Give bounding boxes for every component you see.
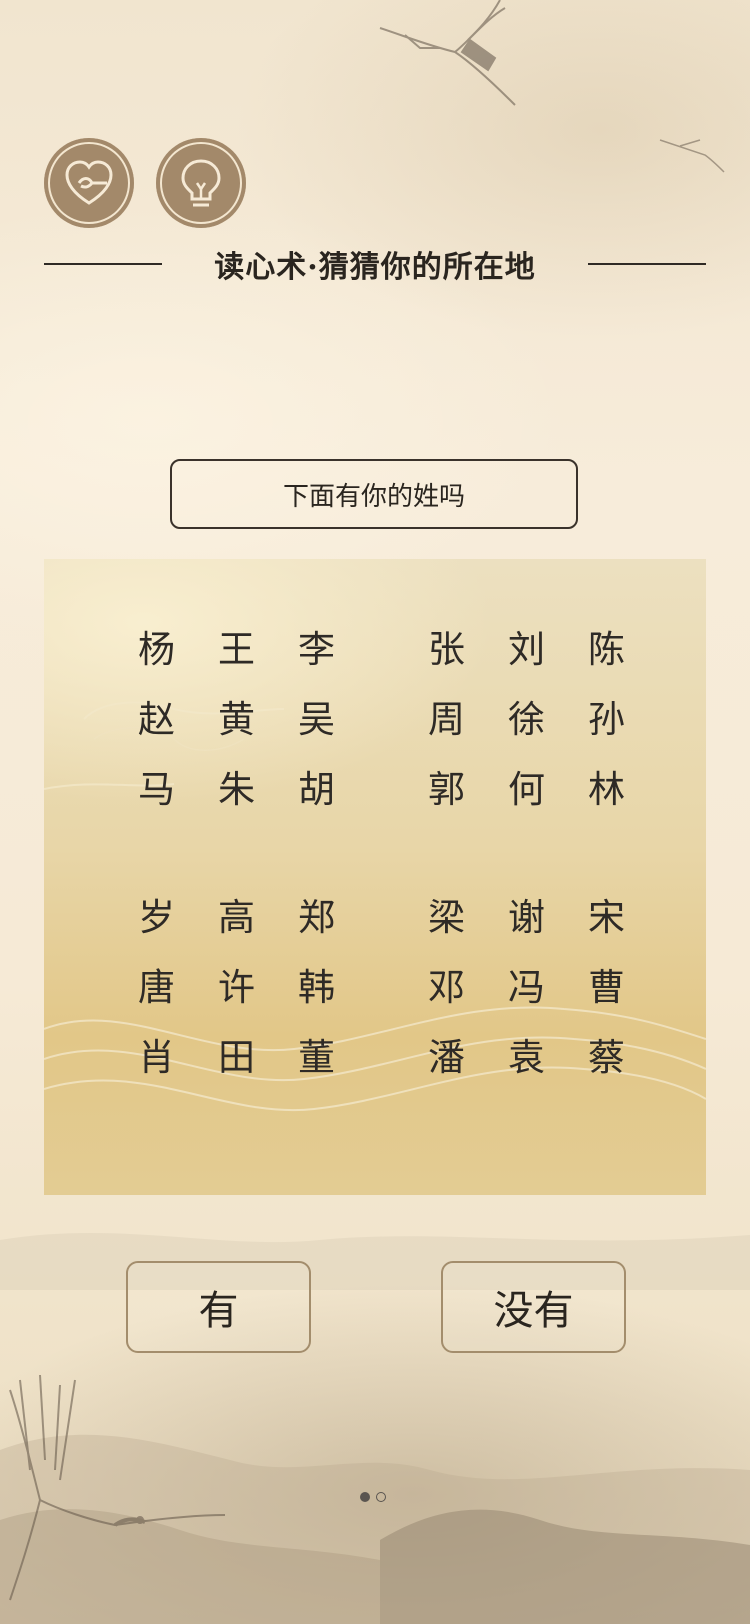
surname-item: 周 [428,698,465,741]
page-dot-current [360,1492,370,1502]
mountain-illustration [0,1232,750,1624]
surname-item: 刘 [508,628,545,671]
surname-item: 田 [218,1036,255,1079]
surname-item: 陈 [588,628,625,671]
surname-item: 马 [138,768,175,811]
back-button[interactable] [44,138,134,228]
surname-item: 何 [508,768,545,811]
surname-item: 吴 [298,698,335,741]
surname-item: 孙 [588,698,625,741]
title-divider-left [44,263,162,265]
crane-top-illustration [379,0,516,106]
surname-item: 许 [218,966,255,1009]
surname-item: 黄 [218,698,255,741]
surname-item: 潘 [428,1036,465,1079]
pagination-dots [360,1492,386,1502]
surname-item: 林 [588,768,625,811]
surname-item: 肖 [138,1036,175,1079]
surname-panel: 杨 王 李 赵 黄 吴 马 朱 胡 张 刘 陈 周 徐 孙 郭 何 林 岁 高 … [44,559,706,1195]
hint-button[interactable] [156,138,246,228]
surname-item: 邓 [428,966,465,1009]
surname-item: 袁 [508,1036,545,1079]
surname-item: 宋 [588,896,625,939]
page-dot [376,1492,386,1502]
question-box: 下面有你的姓吗 [170,459,578,529]
surname-item: 郭 [428,768,465,811]
surname-item: 冯 [508,966,545,1009]
yes-button[interactable]: 有 [126,1261,311,1353]
no-button[interactable]: 没有 [441,1261,626,1353]
crane-small-illustration [659,139,725,173]
surname-item: 张 [428,628,465,671]
surname-item: 王 [218,628,255,671]
surname-item: 胡 [298,768,335,811]
question-text: 下面有你的姓吗 [282,481,465,512]
surname-item: 曹 [588,966,625,1009]
top-toolbar [44,138,246,228]
surname-item: 朱 [218,768,255,811]
surname-group-4: 梁 谢 宋 邓 冯 曹 潘 袁 蔡 [420,879,660,1089]
surname-group-2: 张 刘 陈 周 徐 孙 郭 何 林 [420,611,660,821]
surname-item: 蔡 [588,1036,625,1079]
surname-group-1: 杨 王 李 赵 黄 吴 马 朱 胡 [130,611,370,821]
surname-item: 徐 [508,698,545,741]
surname-item: 杨 [138,628,175,671]
surname-item: 李 [298,628,335,671]
surname-item: 高 [218,896,255,939]
page-title: 读心术·猜猜你的所在地 [214,250,536,285]
surname-item: 谢 [508,896,545,939]
lightbulb-icon [181,159,221,207]
surname-item: 唐 [138,966,175,1009]
surname-item: 梁 [428,896,465,939]
title-divider-right [587,263,706,265]
crane-bottom-illustration [9,1374,226,1601]
surname-group-3: 岁 高 郑 唐 许 韩 肖 田 董 [130,879,370,1089]
title-row: 读心术·猜猜你的所在地 [44,242,706,286]
surname-item: 董 [298,1036,335,1079]
surname-item: 郑 [298,896,335,939]
surname-item: 岁 [138,896,175,939]
surname-item: 韩 [298,966,335,1009]
heart-back-icon [65,160,113,205]
surname-item: 赵 [138,698,175,741]
